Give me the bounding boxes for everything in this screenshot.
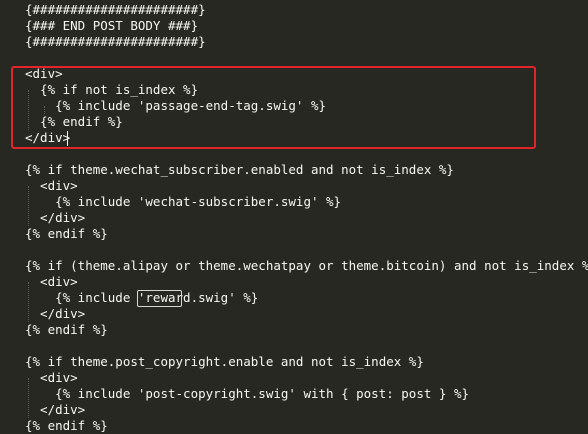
code-line[interactable]: <div> — [25, 178, 78, 194]
code-line[interactable]: {######################} — [25, 2, 206, 18]
word-match-highlight — [137, 290, 182, 307]
code-line[interactable]: {% endif %} — [25, 322, 108, 338]
code-line[interactable]: {% include 'post-copyright.swig' with { … — [25, 386, 469, 402]
code-line[interactable]: {% endif %} — [25, 418, 108, 434]
code-line[interactable]: {######################} — [25, 34, 206, 50]
code-line[interactable]: <div> — [25, 370, 78, 386]
code-line[interactable]: </div> — [25, 402, 85, 418]
code-line[interactable]: </div> — [25, 306, 85, 322]
code-line[interactable]: <div> — [25, 274, 78, 290]
code-line[interactable]: {### END POST BODY ###} — [25, 18, 198, 34]
code-line[interactable]: {% endif %} — [25, 226, 108, 242]
code-line[interactable]: {% if (theme.alipay or theme.wechatpay o… — [25, 258, 588, 274]
code-line[interactable]: </div> — [25, 210, 85, 226]
code-line[interactable]: {% include 'wechat-subscriber.swig' %} — [25, 194, 341, 210]
code-line[interactable]: {% if theme.wechat_subscriber.enabled an… — [25, 162, 454, 178]
code-editor[interactable]: {######################} {### END POST B… — [0, 0, 588, 434]
code-line[interactable]: {% if theme.post_copyright.enable and no… — [25, 354, 424, 370]
text-cursor — [67, 131, 68, 146]
annotation-highlight-box — [11, 66, 536, 149]
